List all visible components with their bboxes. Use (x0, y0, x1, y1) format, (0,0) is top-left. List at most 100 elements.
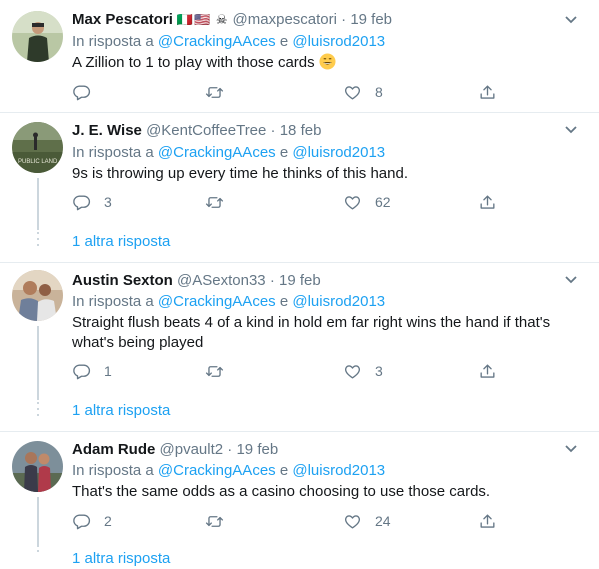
heart-icon (344, 514, 361, 529)
tweet-header: Max Pescatori 🇮🇹🇺🇸 ☠ @maxpescatori · 19 fe… (72, 10, 392, 30)
tweet-date[interactable]: 19 feb (279, 272, 321, 289)
tweet-je-wise[interactable]: PUBLIC LAND J. E. Wise @KentCoffeeTree ·… (0, 113, 599, 261)
display-name[interactable]: Max Pescatori (72, 11, 173, 28)
tweet-max-pescatori[interactable]: Max Pescatori 🇮🇹🇺🇸 ☠ @maxpescatori · 19 fe… (0, 0, 599, 112)
retweet-icon (205, 86, 224, 98)
retweet-button[interactable] (205, 510, 237, 532)
tweet-austin-sexton[interactable]: Austin Sexton @ASexton33 · 19 feb In ris… (0, 263, 599, 431)
reply-and: e (279, 462, 289, 479)
share-icon (480, 513, 495, 528)
reply-context: In risposta a @CrackingAAces e @luisrod2… (72, 292, 385, 312)
thread-dots (36, 402, 40, 420)
retweet-icon (205, 515, 224, 527)
share-icon (480, 363, 495, 378)
share-icon (480, 84, 495, 99)
reply-user-link[interactable]: @CrackingAAces (158, 293, 276, 310)
reply-user-link[interactable]: @luisrod2013 (292, 293, 385, 310)
display-name[interactable]: J. E. Wise (72, 122, 142, 139)
reply-context: In risposta a @CrackingAAces e @luisrod2… (72, 143, 385, 163)
share-button[interactable] (478, 510, 497, 532)
reply-user-link[interactable]: @luisrod2013 (292, 33, 385, 50)
chevron-down-icon[interactable] (561, 439, 581, 459)
retweet-icon (205, 365, 224, 377)
show-more-replies-link[interactable]: 1 altra risposta (72, 232, 170, 252)
separator-dot: · (270, 122, 276, 139)
share-button[interactable] (478, 191, 497, 213)
show-more-replies-link[interactable]: 1 altra risposta (72, 401, 170, 421)
reply-user-link[interactable]: @luisrod2013 (292, 144, 385, 161)
chevron-down-icon[interactable] (561, 10, 581, 30)
chevron-down-icon[interactable] (561, 270, 581, 290)
flag-emojis: 🇮🇹🇺🇸 ☠ (176, 12, 229, 27)
reply-icon (73, 84, 91, 100)
heart-icon (344, 195, 361, 210)
svg-text:PUBLIC LAND: PUBLIC LAND (18, 159, 58, 165)
reply-prefix: In risposta a (72, 462, 154, 479)
share-icon (480, 194, 495, 209)
handle[interactable]: @pvault2 (160, 441, 224, 458)
reply-prefix: In risposta a (72, 33, 154, 50)
tweet-date[interactable]: 19 feb (350, 11, 392, 28)
show-more-replies-link[interactable]: 1 altra risposta (72, 549, 170, 569)
thread-dots (36, 232, 40, 250)
separator-dot: · (269, 272, 275, 289)
grinning-face-icon (319, 53, 336, 70)
reply-count: 1 (104, 363, 112, 379)
reply-user-link[interactable]: @CrackingAAces (158, 33, 276, 50)
heart-icon (344, 85, 361, 100)
thread-line (37, 178, 39, 230)
display-name[interactable]: Austin Sexton (72, 272, 173, 289)
retweet-button[interactable] (205, 360, 237, 382)
reply-count: 3 (104, 194, 112, 210)
like-count: 62 (375, 194, 391, 210)
avatar[interactable]: PUBLIC LAND (12, 122, 63, 173)
reply-icon (73, 194, 91, 210)
reply-and: e (279, 144, 289, 161)
like-button[interactable]: 62 (343, 191, 391, 213)
tweet-date[interactable]: 18 feb (280, 122, 322, 139)
like-button[interactable]: 24 (343, 510, 391, 532)
tweet-adam-rude[interactable]: Adam Rude @pvault2 · 19 feb In risposta … (0, 432, 599, 567)
handle[interactable]: @ASexton33 (177, 272, 266, 289)
reply-prefix: In risposta a (72, 293, 154, 310)
reply-button[interactable]: 2 (72, 510, 112, 532)
tweet-actions: 3 62 (72, 191, 512, 213)
share-button[interactable] (478, 81, 497, 103)
like-count: 24 (375, 513, 391, 529)
tweet-header: Adam Rude @pvault2 · 19 feb (72, 440, 278, 460)
avatar[interactable] (12, 270, 63, 321)
reply-button[interactable]: 3 (72, 191, 112, 213)
display-name[interactable]: Adam Rude (72, 441, 155, 458)
like-button[interactable]: 8 (343, 81, 383, 103)
reply-button[interactable]: 1 (72, 360, 112, 382)
like-count: 8 (375, 84, 383, 100)
reply-icon (73, 513, 91, 529)
reply-user-link[interactable]: @luisrod2013 (292, 462, 385, 479)
thread-line (37, 326, 39, 400)
tweet-date[interactable]: 19 feb (236, 441, 278, 458)
reply-button[interactable] (72, 81, 104, 103)
tweet-text: A Zillion to 1 to play with those cards (72, 53, 572, 73)
reply-user-link[interactable]: @CrackingAAces (158, 462, 276, 479)
avatar[interactable] (12, 11, 63, 62)
tweet-text: 9s is throwing up every time he thinks o… (72, 165, 409, 182)
tweet-body: A Zillion to 1 to play with those cards (72, 54, 315, 71)
share-button[interactable] (478, 360, 497, 382)
like-button[interactable]: 3 (343, 360, 383, 382)
reply-user-link[interactable]: @CrackingAAces (158, 144, 276, 161)
retweet-icon (205, 196, 224, 208)
thread-dots (36, 550, 40, 556)
reply-context: In risposta a @CrackingAAces e @luisrod2… (72, 461, 385, 481)
thread-line (37, 497, 39, 547)
reply-count: 2 (104, 513, 112, 529)
avatar[interactable] (12, 441, 63, 492)
like-count: 3 (375, 363, 383, 379)
handle[interactable]: @KentCoffeeTree (146, 122, 266, 139)
chevron-down-icon[interactable] (561, 120, 581, 140)
handle[interactable]: @maxpescatori (233, 11, 337, 28)
retweet-button[interactable] (205, 81, 237, 103)
separator-dot: · (227, 441, 233, 458)
reply-icon (73, 363, 91, 379)
retweet-button[interactable] (205, 191, 237, 213)
tweet-header: Austin Sexton @ASexton33 · 19 feb (72, 271, 321, 291)
